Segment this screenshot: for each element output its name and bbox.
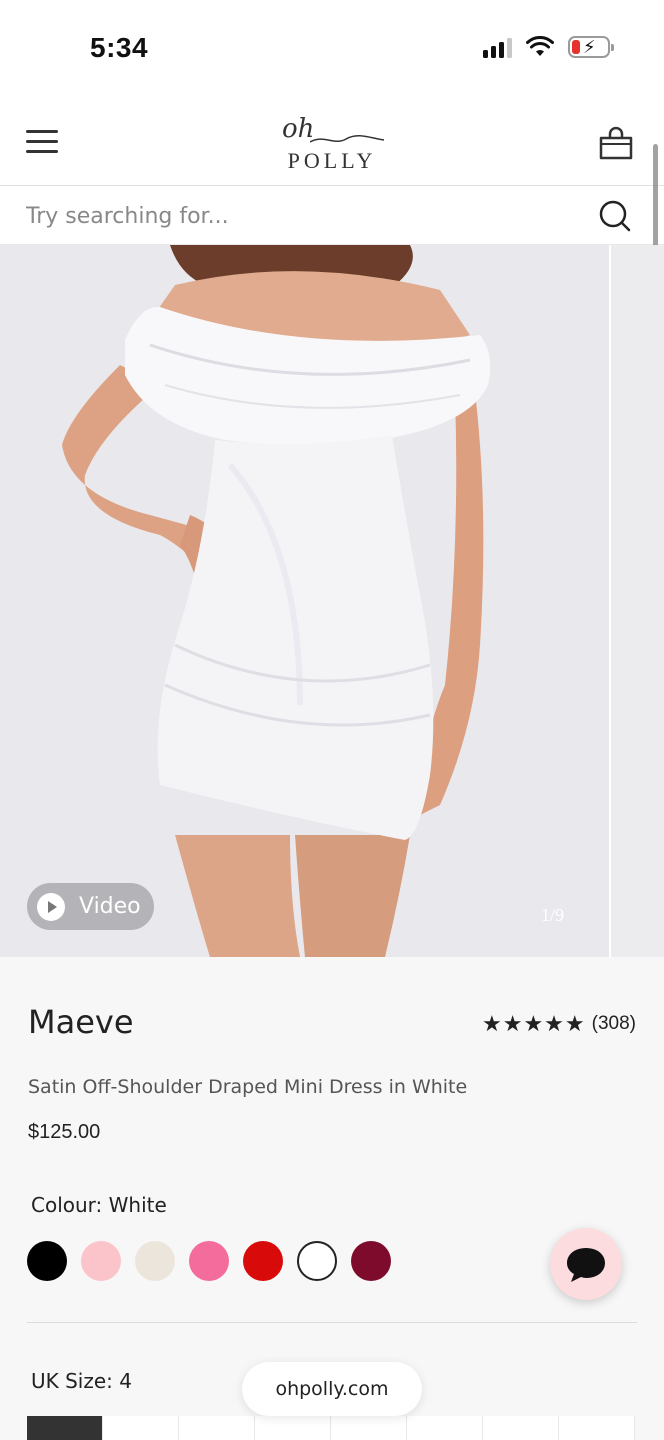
chat-bubble-icon [567,1248,605,1282]
section-divider [27,1322,637,1323]
status-time: 5:34 [90,32,149,63]
product-rating[interactable]: ★★★★★ (308) [482,1011,636,1037]
size-option[interactable] [255,1416,331,1440]
review-count: (308) [591,1013,636,1034]
search-bar [0,187,664,245]
search-icon[interactable] [598,199,632,233]
play-icon [37,892,65,921]
cellular-signal-icon [483,36,512,58]
status-icons: ⚡ [483,36,614,58]
product-subtitle: Satin Off-Shoulder Draped Mini Dress in … [28,1076,468,1098]
battery-icon: ⚡ [568,36,614,58]
size-option[interactable] [103,1416,179,1440]
size-option-selected[interactable] [27,1416,103,1440]
size-option[interactable] [559,1416,635,1440]
hamburger-menu-icon[interactable] [26,130,58,154]
star-rating-icon: ★★★★★ [482,1011,586,1036]
colour-swatch-selected[interactable] [297,1241,337,1281]
colour-swatches [27,1241,391,1281]
search-input[interactable] [26,199,566,233]
browser-url-bar[interactable]: ohpolly.com [242,1362,422,1416]
product-photo [0,245,609,957]
colour-label: Colour: White [31,1193,167,1217]
colour-swatch[interactable] [27,1241,67,1281]
video-button[interactable]: Video [27,883,154,930]
next-image-preview[interactable] [611,245,664,957]
status-bar: 5:34 ⚡ [0,0,664,100]
image-counter: 1/9 [541,905,565,925]
size-label: UK Size: 4 [31,1369,132,1393]
size-options [27,1416,635,1440]
size-option[interactable] [483,1416,559,1440]
size-option[interactable] [331,1416,407,1440]
product-image-gallery[interactable]: Video 1/9 [0,245,664,957]
size-option[interactable] [407,1416,483,1440]
product-name: Maeve [28,1003,134,1041]
site-header: oh POLLY [0,100,664,186]
chat-button[interactable] [550,1228,622,1300]
colour-swatch[interactable] [189,1241,229,1281]
video-label: Video [79,894,141,919]
colour-swatch[interactable] [135,1241,175,1281]
product-price: $125.00 [28,1121,101,1143]
shopping-bag-icon[interactable] [598,126,634,162]
colour-swatch[interactable] [351,1241,391,1281]
brand-logo[interactable]: oh POLLY [262,114,402,178]
colour-swatch[interactable] [243,1241,283,1281]
wifi-icon [526,36,554,56]
size-option[interactable] [179,1416,255,1440]
colour-swatch[interactable] [81,1241,121,1281]
